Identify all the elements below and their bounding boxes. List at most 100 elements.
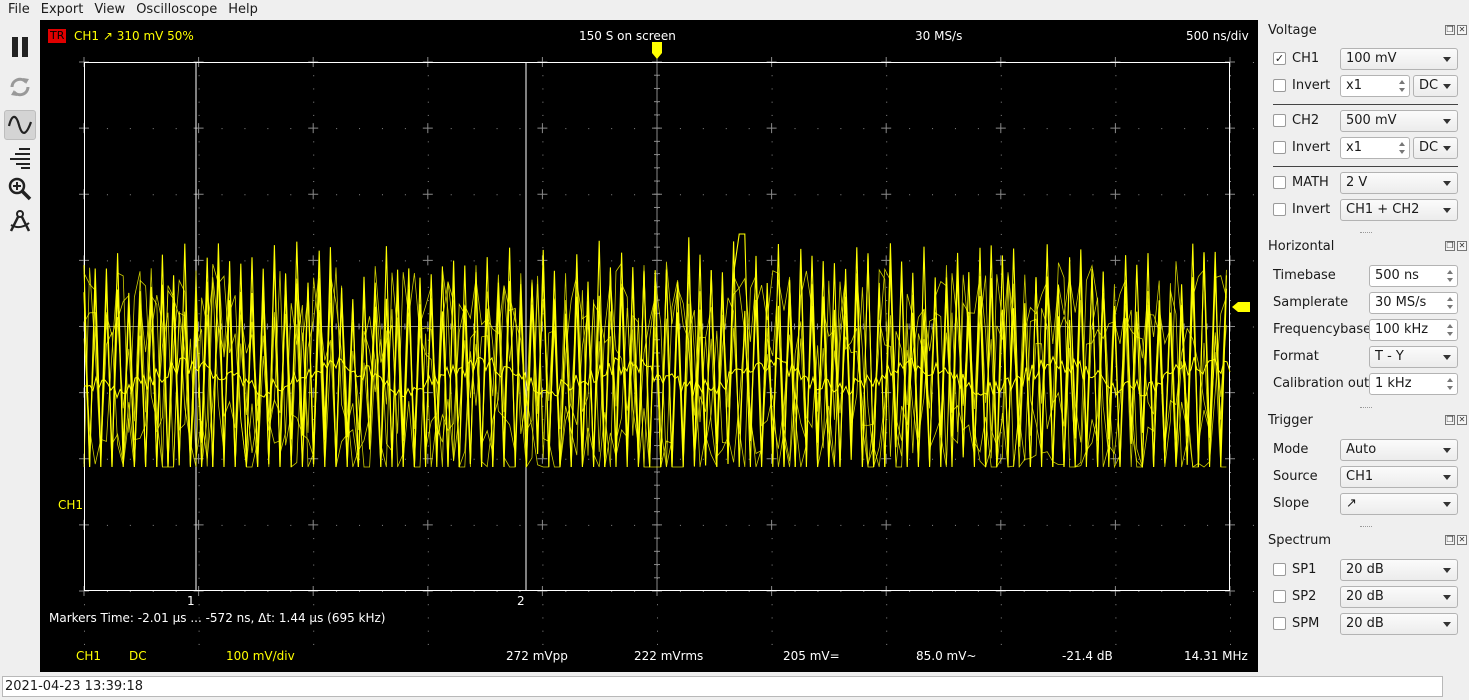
ch2-invert-row: Invert x1 DC: [1258, 137, 1469, 159]
graticule-dot: [771, 220, 773, 222]
trigger-slope-select[interactable]: ↗: [1340, 493, 1458, 515]
close-icon[interactable]: ✕: [1457, 535, 1467, 545]
ch2-checkbox[interactable]: [1273, 114, 1286, 127]
graticule-dot: [450, 591, 452, 592]
close-icon[interactable]: ✕: [1457, 415, 1467, 425]
ch1-invert-checkbox[interactable]: [1273, 79, 1286, 92]
marker-2-label[interactable]: 2: [517, 594, 525, 608]
graticule-dot: [198, 101, 200, 103]
close-icon[interactable]: ✕: [1457, 25, 1467, 35]
ch2-probe-spinbox[interactable]: x1: [1340, 137, 1410, 159]
math-gain-select[interactable]: 2 V: [1340, 172, 1458, 194]
waveform-plot[interactable]: [79, 57, 1323, 645]
menu-file[interactable]: File: [0, 0, 35, 20]
graticule-dot: [1230, 114, 1231, 116]
sp2-checkbox[interactable]: [1273, 590, 1286, 603]
graticule-dot: [840, 591, 842, 592]
graticule-dot: [1230, 445, 1231, 447]
graticule-dot: [886, 498, 888, 500]
trigger-level-marker[interactable]: [1232, 302, 1250, 312]
graticule-dot: [725, 524, 727, 526]
graticule-dot: [450, 524, 452, 526]
menu-help[interactable]: Help: [222, 0, 263, 20]
spm-magnitude-select[interactable]: 20 dB: [1340, 613, 1458, 635]
scope-display[interactable]: TR CH1 ↗ 310 mV 50% 150 S on screen 30 M…: [40, 20, 1323, 672]
float-icon[interactable]: ❐: [1445, 415, 1455, 425]
sp1-magnitude-select[interactable]: 20 dB: [1340, 559, 1458, 581]
spectrum-button[interactable]: [4, 142, 36, 172]
samplerate-spinbox[interactable]: 30 MS/s: [1369, 292, 1458, 314]
graticule-dot: [886, 485, 888, 487]
graticule-dot: [771, 471, 773, 473]
math-checkbox[interactable]: [1273, 176, 1286, 189]
graticule-dot: [381, 591, 383, 592]
ch1-checkbox[interactable]: ✓: [1273, 52, 1286, 65]
graticule-dot: [198, 300, 200, 302]
menu-oscilloscope[interactable]: Oscilloscope: [130, 0, 222, 20]
graticule-dot: [198, 181, 200, 183]
graticule-dot: [542, 101, 544, 103]
math-invert-checkbox[interactable]: [1273, 203, 1286, 216]
calout-spinbox[interactable]: 1 kHz: [1369, 373, 1458, 395]
sp1-checkbox[interactable]: [1273, 563, 1286, 576]
waveform-button[interactable]: [4, 110, 36, 140]
close-icon[interactable]: ✕: [1457, 241, 1467, 251]
pause-button[interactable]: [4, 32, 36, 62]
format-value: T - Y: [1375, 349, 1404, 364]
float-icon[interactable]: ❐: [1445, 535, 1455, 545]
format-select[interactable]: T - Y: [1369, 346, 1458, 368]
graticule-dot: [427, 207, 429, 209]
float-icon[interactable]: ❐: [1445, 241, 1455, 251]
dock-resize-grip[interactable]: [1360, 407, 1372, 409]
graticule-dot: [313, 643, 315, 645]
math-mode-select[interactable]: CH1 + CH2: [1340, 199, 1458, 221]
voltage-title: Voltage: [1268, 23, 1317, 38]
ch2-gain-select[interactable]: 500 mV: [1340, 110, 1458, 132]
graticule-dot: [267, 260, 269, 262]
menu-export[interactable]: Export: [35, 0, 89, 20]
graticule-dot: [1230, 247, 1231, 249]
menu-view[interactable]: View: [88, 0, 130, 20]
graticule-dot: [1230, 471, 1231, 473]
spm-checkbox[interactable]: [1273, 617, 1286, 630]
sp1-label: SP1: [1292, 562, 1317, 577]
graticule-dot: [886, 471, 888, 473]
graticule-dot: [1115, 551, 1117, 553]
graticule-dot: [1000, 379, 1002, 381]
channel-offset-label[interactable]: CH1: [58, 498, 83, 512]
graticule-dot: [886, 643, 888, 645]
ch2-coupling-select[interactable]: DC: [1413, 137, 1458, 159]
graticule-dot: [336, 524, 338, 526]
voltage-dock-buttons: ❐ ✕: [1445, 25, 1467, 35]
graticule-dot: [611, 524, 613, 526]
marker-1-label[interactable]: 1: [187, 594, 195, 608]
graticule-dot: [290, 260, 292, 262]
timebase-spinbox[interactable]: 500 ns: [1369, 265, 1458, 287]
float-icon[interactable]: ❐: [1445, 25, 1455, 35]
zoom-button[interactable]: [4, 174, 36, 204]
trigger-position-marker[interactable]: [652, 42, 662, 60]
trigger-source-select[interactable]: CH1: [1340, 466, 1458, 488]
graticule-dot: [244, 128, 246, 130]
refresh-button[interactable]: [4, 72, 36, 102]
measure-button[interactable]: [4, 206, 36, 236]
graticule-dot: [909, 128, 911, 130]
graticule-dot: [427, 88, 429, 90]
ch1-coupling-select[interactable]: DC: [1413, 75, 1458, 97]
trigger-mode-row: Mode Auto: [1258, 439, 1469, 461]
dock-resize-grip[interactable]: [1360, 232, 1372, 234]
ch1-gain-select[interactable]: 100 mV: [1340, 48, 1458, 70]
graticule-dot: [198, 114, 200, 116]
trigger-mode-select[interactable]: Auto: [1340, 439, 1458, 461]
freqbase-spinbox[interactable]: 100 kHz: [1369, 319, 1458, 341]
graticule-dot: [932, 128, 934, 130]
graticule-dot: [427, 419, 429, 421]
samplerate-row: Samplerate 30 MS/s: [1258, 292, 1469, 314]
meas-db: -21.4 dB: [1062, 649, 1113, 663]
graticule-dot: [1000, 498, 1002, 500]
graticule-dot: [886, 511, 888, 513]
dock-resize-grip[interactable]: [1360, 526, 1372, 528]
sp2-magnitude-select[interactable]: 20 dB: [1340, 586, 1458, 608]
ch1-probe-spinbox[interactable]: x1: [1340, 75, 1410, 97]
ch2-invert-checkbox[interactable]: [1273, 141, 1286, 154]
